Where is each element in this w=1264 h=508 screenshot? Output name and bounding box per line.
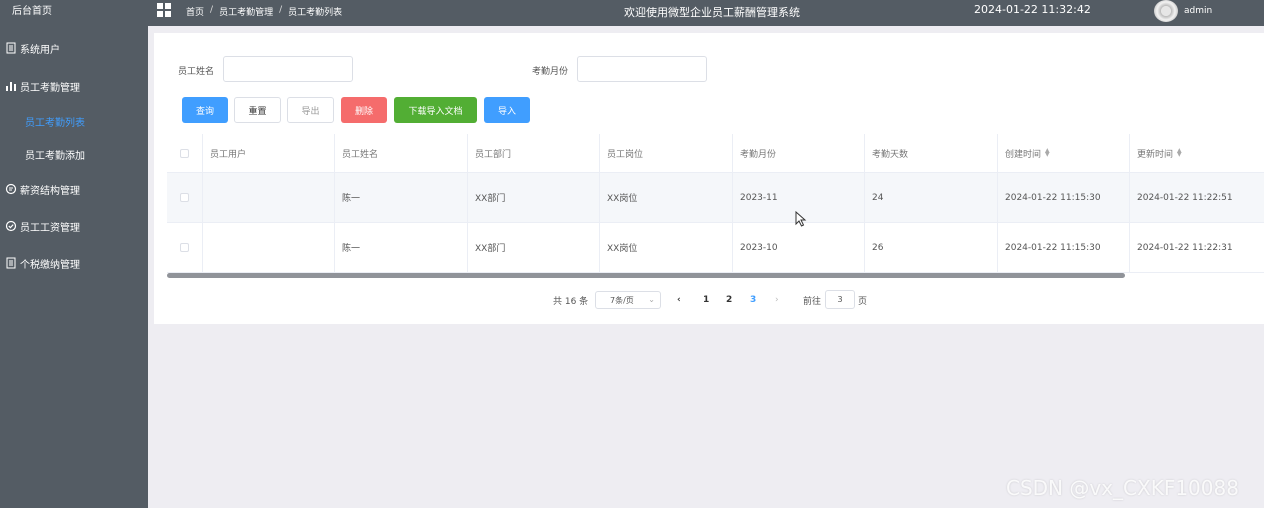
sidebar-item-label: 员工考勤列表 [25,117,85,129]
sidebar-item-label: 薪资结构管理 [20,185,80,197]
reset-button[interactable]: 重置 [234,97,281,123]
sidebar-item-attendance-list[interactable]: 员工考勤列表 [0,106,148,136]
page-unit-label: 页 [858,296,868,307]
username[interactable]: admin [1184,6,1212,16]
next-page-icon[interactable]: › [775,291,779,309]
table-cell [203,223,335,272]
table-cell: 陈一 [335,173,468,222]
goto-page-input[interactable]: 3 [825,290,855,309]
page-number-current[interactable]: 3 [750,291,756,309]
column-header: 员工岗位 [600,134,733,172]
column-header-sortable[interactable]: 更新时间 ▲ ▼ [1130,134,1252,172]
employee-name-label: 员工姓名 [178,67,215,77]
avatar[interactable] [1154,0,1178,22]
row-checkbox[interactable] [180,193,189,202]
export-button[interactable]: 导出 [287,97,334,123]
prev-page-icon[interactable]: ‹ [677,291,681,309]
table-cell [203,173,335,222]
goto-label: 前往 [803,296,822,307]
table-cell: 24 [865,173,998,222]
sidebar-item-tax[interactable]: 个税缴纳管理 [0,248,148,278]
breadcrumb-attendance-management[interactable]: 员工考勤管理 [219,5,273,18]
column-header: 员工用户 [203,134,335,172]
column-header: 考勤天数 [865,134,998,172]
table-cell: 2023-10 [733,223,865,272]
page-number[interactable]: 1 [703,291,709,309]
top-bar: 首页 / 员工考勤管理 / 员工考勤列表 欢迎使用微型企业员工薪酬管理系统 20… [148,0,1264,26]
table-cell: 2024-01-22 11:15:30 [998,223,1130,272]
watermark: CSDN @vx_CXKF10088 [1006,476,1239,500]
sidebar-brand[interactable]: 后台首页 [0,0,148,24]
sidebar-item-label: 员工考勤添加 [25,150,85,162]
check-circle-icon [4,219,18,233]
sidebar-item-label: 系统用户 [20,44,60,56]
column-header: 考勤月份 [733,134,865,172]
column-header: 员工姓名 [335,134,468,172]
sidebar-item-label: 员工工资管理 [20,222,80,234]
chevron-down-icon: ⌄ [648,295,655,304]
select-all-cell [167,134,203,172]
pagination-total: 共 16 条 [553,296,589,307]
table-cell: XX部门 [468,173,600,222]
content-card: 员工姓名 考勤月份 查询 重置 导出 删除 下载导入文档 导入 员工用户 员工姓… [154,33,1264,324]
table-cell: 陈一 [335,223,468,272]
document-icon [4,41,18,55]
table-row[interactable]: 陈一 XX部门 XX岗位 2023-11 24 2024-01-22 11:15… [167,173,1264,223]
row-select-cell [167,223,203,272]
table-cell: 2024-01-22 11:22:51 [1137,192,1233,203]
grid-menu-icon[interactable] [157,3,171,17]
column-header: 员工部门 [468,134,600,172]
sidebar-item-system-users[interactable]: 系统用户 [0,33,148,63]
table-header: 员工用户 员工姓名 员工部门 员工岗位 考勤月份 考勤天数 创建时间 ▲ ▼ 更新… [167,134,1264,173]
sidebar: 后台首页 系统用户 员工考勤管理 员工考勤列表 员工考勤添加 薪资结构管理 员工… [0,0,148,508]
sort-icon[interactable]: ▲ ▼ [1177,148,1182,158]
download-template-button[interactable]: 下载导入文档 [394,97,477,123]
row-select-cell [167,173,203,222]
employee-name-input[interactable] [223,56,353,82]
table-cell: XX岗位 [600,173,733,222]
page-size-select[interactable]: 7条/页 ⌄ [595,291,661,309]
welcome-text: 欢迎使用微型企业员工薪酬管理系统 [624,6,800,19]
sidebar-item-attendance-management[interactable]: 员工考勤管理 [0,71,148,101]
breadcrumb: 首页 / 员工考勤管理 / 员工考勤列表 [186,5,342,18]
column-header-label: 创建时间 [1005,149,1042,160]
delete-button[interactable]: 删除 [341,97,387,123]
breadcrumb-separator: / [279,5,283,15]
chat-bubble-icon [4,182,18,196]
sidebar-item-salary-structure[interactable]: 薪资结构管理 [0,174,148,204]
table-row[interactable]: 陈一 XX部门 XX岗位 2023-10 26 2024-01-22 11:15… [167,223,1264,273]
column-header-label: 更新时间 [1137,149,1174,160]
sidebar-item-payroll[interactable]: 员工工资管理 [0,211,148,241]
current-datetime: 2024-01-22 11:32:42 [974,3,1091,16]
attendance-table: 员工用户 员工姓名 员工部门 员工岗位 考勤月份 考勤天数 创建时间 ▲ ▼ 更新… [167,134,1264,273]
sort-icon[interactable]: ▲ ▼ [1045,148,1050,158]
bar-chart-icon [4,79,18,93]
table-cell: XX部门 [468,223,600,272]
query-button[interactable]: 查询 [182,97,228,123]
sidebar-item-label: 员工考勤管理 [20,82,80,94]
import-button[interactable]: 导入 [484,97,530,123]
table-cell: 2024-01-22 11:15:30 [998,173,1130,222]
table-cell: 26 [865,223,998,272]
column-header-sortable[interactable]: 创建时间 ▲ ▼ [998,134,1130,172]
document-icon [4,256,18,270]
breadcrumb-attendance-list: 员工考勤列表 [288,8,343,18]
breadcrumb-separator: / [210,5,214,15]
horizontal-scrollbar[interactable] [167,273,1125,278]
row-checkbox[interactable] [180,243,189,252]
sidebar-item-attendance-add[interactable]: 员工考勤添加 [0,139,148,169]
table-cell: XX岗位 [600,223,733,272]
mouse-cursor-icon [795,211,807,227]
table-cell: 2024-01-22 11:22:31 [1137,242,1233,253]
page-number[interactable]: 2 [726,291,732,309]
page-size-value: 7条/页 [610,295,634,305]
breadcrumb-home[interactable]: 首页 [186,5,204,18]
sidebar-item-label: 个税缴纳管理 [20,259,80,271]
select-all-checkbox[interactable] [180,148,189,158]
attendance-month-label: 考勤月份 [532,67,569,77]
attendance-month-input[interactable] [577,56,707,82]
